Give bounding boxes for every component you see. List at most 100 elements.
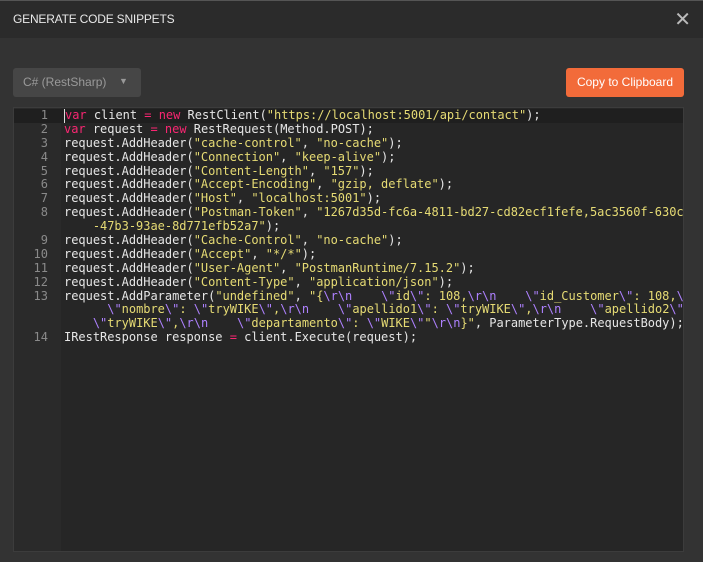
code-token-kw: new bbox=[164, 121, 187, 136]
code-token-plain: , ParameterType.RequestBody); bbox=[474, 316, 684, 331]
code-token-str: WIKE bbox=[381, 316, 410, 331]
code-token-str: apellido1 bbox=[352, 302, 418, 317]
code-token-plain: request.AddHeader( bbox=[64, 274, 194, 289]
language-select-value: C# (RestSharp) bbox=[23, 75, 107, 89]
code-token-plain: ); bbox=[359, 163, 374, 178]
code-token-str: "User-Agent" bbox=[193, 260, 281, 275]
code-line: \"nombre\": \"tryWIKE\",\r\n \"apellido1… bbox=[14, 303, 683, 317]
code-token-plain: ); bbox=[438, 177, 454, 192]
code-token-str: " bbox=[424, 316, 432, 331]
code-token-str: : bbox=[179, 302, 194, 317]
code-token-esc: \" bbox=[409, 316, 425, 331]
dialog-header: GENERATE CODE SNIPPETS ✕ bbox=[0, 0, 703, 38]
code-token-str: tryWIKE bbox=[107, 316, 158, 331]
code-token-plain: request.AddHeader( bbox=[64, 233, 194, 248]
line-number: 2 bbox=[40, 121, 48, 136]
code-token-plain: , bbox=[280, 149, 295, 164]
code-text: request.AddHeader("cache-control", "no-c… bbox=[64, 135, 403, 151]
code-token-str: "Cache-Control" bbox=[193, 233, 302, 248]
code-token-str: "no-cache" bbox=[316, 233, 389, 248]
line-number: 13 bbox=[33, 288, 48, 303]
code-token-esc: \r\n bbox=[179, 316, 209, 331]
code-token-esc: \r\n bbox=[280, 302, 310, 317]
code-token-esc: \" bbox=[258, 302, 274, 317]
code-token-plain: ); bbox=[301, 246, 317, 261]
code-token-kw: var bbox=[64, 121, 86, 136]
code-token-plain: request.AddHeader( bbox=[64, 260, 194, 275]
code-line: 10 request.AddHeader("Accept", "*/*"); bbox=[14, 246, 683, 262]
code-token-plain: ); bbox=[526, 108, 541, 122]
code-token-esc: \" bbox=[590, 302, 605, 317]
close-icon[interactable]: ✕ bbox=[674, 7, 691, 32]
code-line: 6 request.AddHeader("Accept-Encoding", "g… bbox=[14, 178, 683, 192]
code-token-kw: var bbox=[65, 108, 87, 122]
code-token-plain: , bbox=[301, 205, 317, 220]
code-token-str: "Accept" bbox=[193, 246, 252, 261]
code-token-esc: \" bbox=[510, 302, 526, 317]
code-token-plain: ); bbox=[388, 135, 403, 150]
code-token-plain: , bbox=[251, 246, 266, 261]
code-text: -47b3-93ae-8d771efb52a7"); bbox=[64, 219, 280, 234]
code-editor[interactable]: 1 var client = new RestClient("https://lo… bbox=[13, 107, 684, 552]
code-token-str: "no-cache" bbox=[316, 135, 389, 150]
code-token-esc: \" bbox=[446, 302, 461, 317]
code-token-str: "Accept-Encoding" bbox=[193, 177, 317, 192]
code-token-kw: = bbox=[150, 121, 158, 136]
code-token-esc: \r\n bbox=[532, 302, 562, 317]
code-token-plain: request.AddHeader( bbox=[64, 191, 194, 206]
code-token-plain: request.AddHeader( bbox=[64, 149, 194, 164]
line-number: 4 bbox=[40, 149, 48, 164]
code-token-plain: request.AddHeader( bbox=[64, 205, 194, 220]
code-token-esc: \" bbox=[381, 288, 396, 303]
code-token-str: : 108, bbox=[424, 288, 468, 303]
code-token-esc: \" bbox=[337, 316, 353, 331]
code-token-str: "Content-Length" bbox=[193, 163, 309, 178]
code-token-esc: \" bbox=[236, 316, 252, 331]
code-token-plain: request bbox=[85, 121, 151, 136]
code-token-str bbox=[208, 316, 237, 330]
code-token-str: "*/*" bbox=[265, 246, 302, 261]
code-token-str: "https://localhost:5001/api/contact" bbox=[266, 108, 527, 122]
code-token-str: "Connection" bbox=[193, 149, 281, 164]
code-token-esc: \" bbox=[107, 302, 122, 317]
code-line: 14 IRestResponse response = client.Execut… bbox=[14, 330, 683, 345]
code-token-str: "Host" bbox=[193, 191, 237, 206]
copy-to-clipboard-button[interactable]: Copy to Clipboard bbox=[566, 68, 684, 97]
line-number: 6 bbox=[40, 177, 48, 192]
code-token-plain: request.AddHeader( bbox=[64, 246, 194, 261]
code-token-str: : bbox=[431, 302, 446, 317]
code-token-str: tryWIKE bbox=[460, 302, 511, 317]
code-token-plain: ); bbox=[460, 260, 475, 275]
language-select[interactable]: C# (RestSharp) ▼ bbox=[13, 68, 141, 97]
code-token-str bbox=[64, 316, 93, 330]
code-token-str: "gzip, deflate" bbox=[330, 177, 439, 192]
code-token-str: "localhost:5001" bbox=[251, 191, 367, 206]
code-token-plain: , bbox=[308, 163, 324, 178]
line-number: 12 bbox=[33, 274, 48, 289]
code-line: 5 request.AddHeader("Content-Length", "15… bbox=[14, 163, 683, 179]
code-token-str: "{ bbox=[309, 288, 324, 303]
code-token-str: nombre bbox=[121, 302, 165, 317]
code-line: 4 request.AddHeader("Connection", "keep-a… bbox=[14, 149, 683, 165]
code-token-str: tryWIKE bbox=[208, 302, 259, 317]
code-line: 13 request.AddParameter("undefined", "{\r… bbox=[14, 288, 683, 304]
line-number: 14 bbox=[33, 330, 48, 345]
code-token-plain: , bbox=[280, 260, 295, 275]
code-token-str: "keep-alive" bbox=[294, 149, 382, 164]
code-token-plain: client.Execute(request); bbox=[236, 330, 418, 345]
code-token-plain: request.AddHeader( bbox=[64, 177, 194, 192]
code-token-plain: , bbox=[301, 135, 317, 150]
code-text: request.AddHeader("Content-Length", "157… bbox=[64, 163, 374, 179]
code-text: request.AddHeader("Content-Type", "appli… bbox=[64, 274, 453, 290]
code-line: 1 var client = new RestClient("https://lo… bbox=[14, 108, 683, 123]
code-token-str bbox=[309, 302, 338, 316]
code-token-esc: \" bbox=[157, 316, 173, 331]
code-text: request.AddHeader("Connection", "keep-al… bbox=[64, 149, 396, 165]
code-line: 8 request.AddHeader("Postman-Token", "126… bbox=[14, 205, 683, 220]
code-token-str: "cache-control" bbox=[193, 135, 302, 150]
code-token-esc: \" bbox=[525, 288, 540, 303]
line-number: 5 bbox=[40, 163, 48, 178]
code-token-esc: \" bbox=[337, 302, 353, 317]
code-token-plain: ); bbox=[381, 149, 396, 164]
